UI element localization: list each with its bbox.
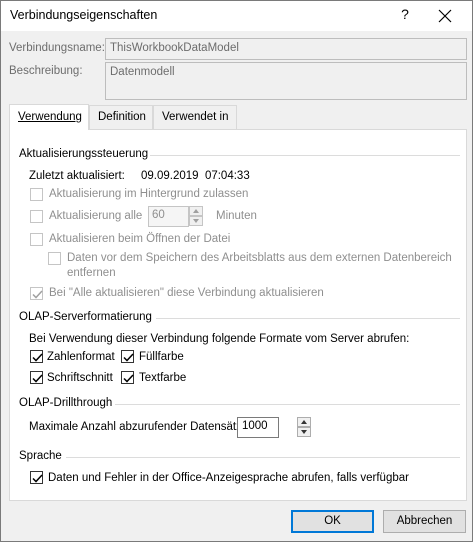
spin-down-button[interactable] xyxy=(297,427,311,437)
checkmark-icon xyxy=(32,290,43,299)
fill-color-checkbox[interactable] xyxy=(121,350,134,363)
office-language-checkbox[interactable] xyxy=(30,471,43,484)
spin-down-button[interactable] xyxy=(189,216,203,226)
description-field[interactable]: Datenmodell xyxy=(105,62,467,100)
section-divider xyxy=(156,318,460,319)
checkmark-icon xyxy=(32,353,43,362)
checkmark-icon xyxy=(32,474,43,483)
max-records-value: 1000 xyxy=(242,420,268,432)
ok-button-label: OK xyxy=(324,515,341,527)
checkmark-icon xyxy=(32,374,43,383)
refresh-on-open-label: Aktualisieren beim Öffnen der Datei xyxy=(49,233,231,245)
section-divider xyxy=(115,404,460,405)
spin-up-button[interactable] xyxy=(189,206,203,216)
spin-up-icon xyxy=(301,420,307,424)
olap-format-intro: Bei Verwendung dieser Verbindung folgend… xyxy=(29,333,410,345)
tab-definition-label: Definition xyxy=(98,111,146,123)
close-button[interactable] xyxy=(431,4,459,28)
spin-down-icon xyxy=(301,430,307,434)
spin-up-button[interactable] xyxy=(297,417,311,427)
tab-usage-label: Verwendung xyxy=(18,111,82,123)
spin-up-icon xyxy=(193,209,199,213)
olap-drillthrough-heading: OLAP-Drillthrough xyxy=(19,397,113,409)
connection-name-field[interactable]: ThisWorkbookDataModel xyxy=(105,38,467,60)
section-divider xyxy=(66,457,460,458)
refresh-all-checkbox[interactable] xyxy=(30,287,43,300)
checkmark-icon xyxy=(123,353,134,362)
tab-used-in[interactable]: Verwendet in xyxy=(153,105,237,129)
last-refreshed-value: 09.09.2019 07:04:33 xyxy=(141,170,250,182)
refresh-every-checkbox[interactable] xyxy=(30,210,43,223)
last-refreshed-label: Zuletzt aktualisiert: xyxy=(29,170,125,182)
refresh-all-label: Bei "Alle aktualisieren" diese Verbindun… xyxy=(49,287,324,299)
spin-down-icon xyxy=(193,219,199,223)
cancel-button-label: Abbrechen xyxy=(396,515,453,527)
description-label: Beschreibung: xyxy=(9,65,83,77)
refresh-interval-value: 60 xyxy=(152,209,165,221)
description-value: Datenmodell xyxy=(110,66,175,78)
refresh-every-label: Aktualisierung alle xyxy=(49,210,143,222)
ok-button[interactable]: OK xyxy=(291,510,374,533)
remove-data-label-line2: entfernen xyxy=(67,267,116,279)
refresh-interval-spinner xyxy=(189,206,203,227)
number-format-checkbox[interactable] xyxy=(30,350,43,363)
refresh-control-heading: Aktualisierungssteuerung xyxy=(19,148,149,160)
font-style-checkbox[interactable] xyxy=(30,371,43,384)
checkmark-icon xyxy=(123,374,134,383)
background-refresh-checkbox[interactable] xyxy=(30,188,43,201)
tab-definition[interactable]: Definition xyxy=(89,105,153,129)
connection-name-value: ThisWorkbookDataModel xyxy=(110,42,239,54)
background-refresh-label: Aktualisierung im Hintergrund zulassen xyxy=(49,188,249,200)
refresh-on-open-checkbox[interactable] xyxy=(30,233,43,246)
title-bar: Verbindungseigenschaften ? xyxy=(1,1,472,31)
close-icon xyxy=(438,9,452,23)
section-divider xyxy=(150,155,460,156)
font-style-label: Schriftschnitt xyxy=(47,372,113,384)
max-records-input[interactable]: 1000 xyxy=(237,417,279,438)
usage-panel: Aktualisierungssteuerung Zuletzt aktuali… xyxy=(9,129,467,501)
number-format-label: Zahlenformat xyxy=(47,351,115,363)
remove-data-checkbox[interactable] xyxy=(48,252,61,265)
help-button[interactable]: ? xyxy=(393,6,417,26)
office-language-label: Daten und Fehler in der Office-Anzeigesp… xyxy=(48,472,409,484)
text-color-checkbox[interactable] xyxy=(121,371,134,384)
text-color-label: Textfarbe xyxy=(139,372,187,384)
tab-usage[interactable]: Verwendung xyxy=(9,104,89,130)
language-heading: Sprache xyxy=(19,450,62,462)
max-records-label: Maximale Anzahl abzurufender Datensätze: xyxy=(29,421,252,433)
olap-format-heading: OLAP-Serverformatierung xyxy=(19,311,152,323)
tab-used-in-label: Verwendet in xyxy=(162,111,229,123)
fill-color-label: Füllfarbe xyxy=(139,351,184,363)
remove-data-label-line1: Daten vor dem Speichern des Arbeitsblatt… xyxy=(67,252,452,264)
connection-properties-dialog: Verbindungseigenschaften ? Verbindungsna… xyxy=(0,0,473,542)
cancel-button[interactable]: Abbrechen xyxy=(383,510,466,533)
connection-name-label: Verbindungsname: xyxy=(9,42,105,54)
dialog-title: Verbindungseigenschaften xyxy=(10,8,158,22)
refresh-interval-input[interactable]: 60 xyxy=(148,206,189,227)
max-records-spinner xyxy=(297,417,311,438)
minutes-label: Minuten xyxy=(216,210,257,222)
